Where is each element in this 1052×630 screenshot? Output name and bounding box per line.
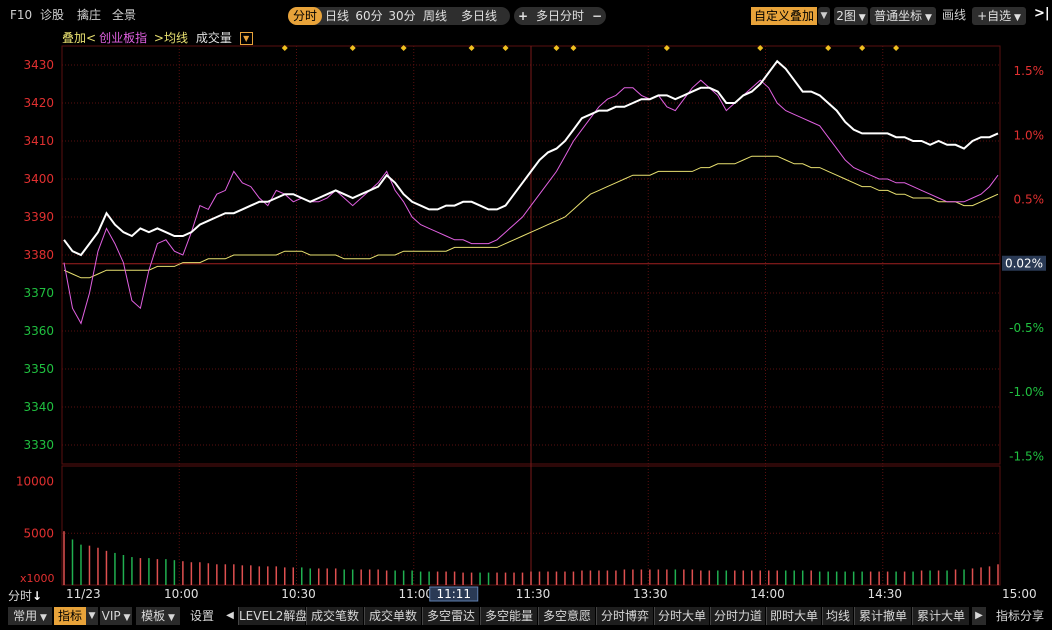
- price-tick-label: 3430: [23, 58, 54, 72]
- chevron-down-icon: ▼: [165, 613, 175, 623]
- tab-fenshi-game[interactable]: 分时博弈: [596, 607, 653, 625]
- percent-tick-label: -1.0%: [1009, 385, 1044, 399]
- percent-tick-label: 1.0%: [1014, 128, 1045, 142]
- tab-cum-big[interactable]: 累计大单: [912, 607, 969, 625]
- time-axis: 11/23 10:00 10:30 11:00 11:30 13:30 14:00 14:30…: [66, 586, 1037, 602]
- time-tick-label: 11:00: [398, 587, 433, 601]
- scroll-left-icon[interactable]: ◀: [224, 607, 236, 625]
- template-button[interactable]: 模板 ▼: [136, 607, 180, 625]
- tab-ma[interactable]: 均线: [822, 607, 853, 625]
- price-axis: 3430 3420 3410 3400 3390 3380 3370 3360 3350 3340…: [23, 58, 54, 452]
- bottom-toolbar: 常用 ▼ 指标 ▼ VIP ▼ 模板 ▼ 设置 ◀ LEVEL2解盘 成交笔数 …: [0, 603, 1052, 630]
- tab-instant-big[interactable]: 即时大单: [766, 607, 821, 625]
- chart-area[interactable]: 3430 3420 3410 3400 3390 3380 3370 3360 3350 3340…: [0, 0, 1052, 603]
- volume-axis: 10000 5000: [16, 475, 54, 541]
- settings-button[interactable]: 设置: [186, 607, 218, 625]
- percent-axis: 1.5% 1.0% 0.5% -0.5% -1.0% -1.5% 0.02%: [1002, 64, 1046, 463]
- indicator-dropdown-icon[interactable]: ▼: [86, 607, 98, 625]
- price-tick-label: 3370: [23, 286, 54, 300]
- chevron-down-icon: ▼: [120, 613, 131, 623]
- template-label: 模板: [141, 609, 166, 623]
- price-tick-label: 3390: [23, 210, 54, 224]
- tab-fenshi-force[interactable]: 分时力道: [710, 607, 765, 625]
- tab-fenshi-big[interactable]: 分时大单: [654, 607, 709, 625]
- tab-level2[interactable]: LEVEL2解盘: [238, 607, 307, 625]
- time-tick-label: 13:30: [633, 587, 668, 601]
- price-tick-label: 3400: [23, 172, 54, 186]
- tab-order-count[interactable]: 成交单数: [364, 607, 421, 625]
- tab-bull-bear-will[interactable]: 多空意愿: [538, 607, 595, 625]
- tab-bull-bear-energy[interactable]: 多空能量: [480, 607, 537, 625]
- down-arrow-icon: ↓: [32, 589, 43, 603]
- price-tick-label: 3380: [23, 248, 54, 262]
- tab-cum-cancel[interactable]: 累计撤单: [854, 607, 911, 625]
- common-label: 常用: [13, 609, 38, 623]
- time-tick-label: 10:30: [281, 587, 316, 601]
- indicator-share-button[interactable]: 指标分享: [992, 607, 1048, 625]
- common-button[interactable]: 常用 ▼: [8, 607, 52, 625]
- chart-grid: [61, 45, 1001, 586]
- price-tick-label: 3330: [23, 438, 54, 452]
- price-tick-label: 3340: [23, 400, 54, 414]
- crosshair-time-label: 11:11: [436, 587, 471, 601]
- price-tick-label: 3350: [23, 362, 54, 376]
- fenshi-side-text: 分时: [8, 589, 33, 603]
- chevron-down-icon: ▼: [37, 613, 47, 623]
- percent-tick-label: 1.5%: [1014, 64, 1045, 78]
- fenshi-side-label[interactable]: 分时↓: [8, 587, 42, 604]
- percent-tick-label: -0.5%: [1009, 321, 1044, 335]
- price-tick-label: 3410: [23, 134, 54, 148]
- percent-tick-label: 0.5%: [1014, 193, 1045, 207]
- volume-unit: x1000: [20, 572, 55, 585]
- tab-bull-bear-radar[interactable]: 多空雷达: [422, 607, 479, 625]
- tab-trade-count[interactable]: 成交笔数: [306, 607, 363, 625]
- time-tick-label: 14:00: [750, 587, 785, 601]
- price-tick-label: 3420: [23, 96, 54, 110]
- time-tick-label: 11:30: [516, 587, 551, 601]
- time-tick-label: 14:30: [867, 587, 902, 601]
- volume-tick-label: 10000: [16, 475, 54, 489]
- time-tick-label: 15:00: [1002, 587, 1037, 601]
- price-tick-label: 3360: [23, 324, 54, 338]
- volume-tick-label: 5000: [23, 526, 54, 540]
- vip-button[interactable]: VIP ▼: [100, 607, 132, 625]
- current-percent-label: 0.02%: [1005, 257, 1043, 271]
- time-tick-label: 10:00: [164, 587, 199, 601]
- time-tick-label: 11/23: [66, 587, 101, 601]
- percent-tick-label: -1.5%: [1009, 449, 1044, 463]
- scroll-right-icon[interactable]: ▶: [972, 607, 986, 625]
- vip-label: VIP: [101, 609, 121, 623]
- indicator-button[interactable]: 指标: [54, 607, 86, 625]
